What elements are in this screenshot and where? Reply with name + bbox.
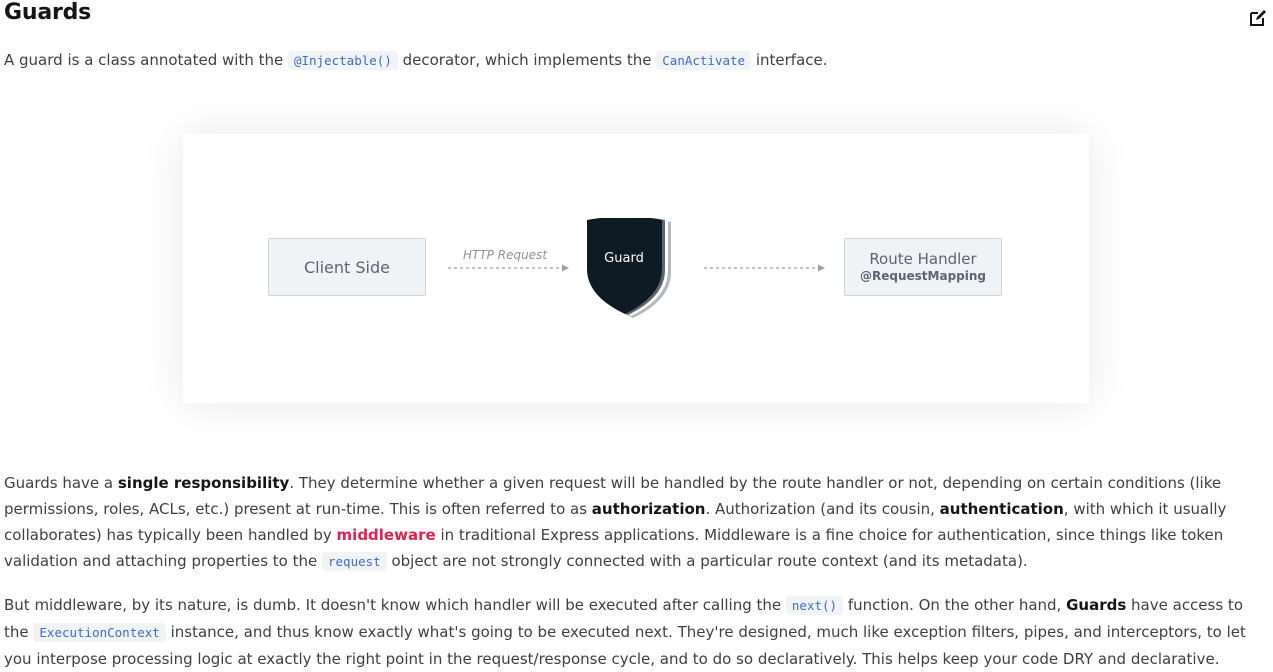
request-code: request [322,552,387,571]
page-title: Guards [4,0,92,25]
para2-text-2: function. On the other hand, [843,596,1067,614]
shield-icon: Guard [587,218,671,318]
guards-diagram: Client Side HTTP Request Guard Route Han… [183,134,1089,403]
single-responsibility-term: single responsibility [117,474,290,492]
route-handler-title: Route Handler [869,250,977,268]
next-code: next() [785,596,844,615]
authentication-term: authentication [939,500,1064,518]
edit-icon[interactable] [1248,8,1268,28]
http-request-label: HTTP Request [463,248,548,262]
guard-label: Guard [604,251,644,266]
responsibility-paragraph: Guards have a single responsibility. The… [4,470,1266,575]
route-handler-arrow [704,264,825,272]
para2-text-1: But middleware, by its nature, is dumb. … [4,596,786,614]
executioncontext-code: ExecutionContext [33,623,166,642]
intro-text-3: interface. [751,51,828,69]
para1-text-1: Guards have a [4,474,118,492]
canactivate-code: CanActivate [656,51,752,70]
authorization-term: authorization [591,500,706,518]
intro-text-1: A guard is a class annotated with the [4,51,288,69]
route-handler-box: Route Handler @RequestMapping [844,238,1002,296]
route-handler-subtitle: @RequestMapping [860,269,986,283]
injectable-code: @Injectable() [288,51,398,70]
para1-text-3: . Authorization (and its cousin, [705,500,940,518]
para2-text-4: instance, and thus know exactly what's g… [4,623,1246,668]
middleware-link[interactable]: middleware [337,526,436,544]
client-side-box: Client Side [268,238,426,296]
intro-text-2: decorator, which implements the [397,51,657,69]
guards-term: Guards [1066,596,1127,614]
intro-paragraph: A guard is a class annotated with the @I… [4,47,1266,74]
para1-text-6: object are not strongly connected with a… [386,552,1028,570]
middleware-paragraph: But middleware, by its nature, is dumb. … [4,592,1266,672]
http-request-arrow [448,264,569,272]
